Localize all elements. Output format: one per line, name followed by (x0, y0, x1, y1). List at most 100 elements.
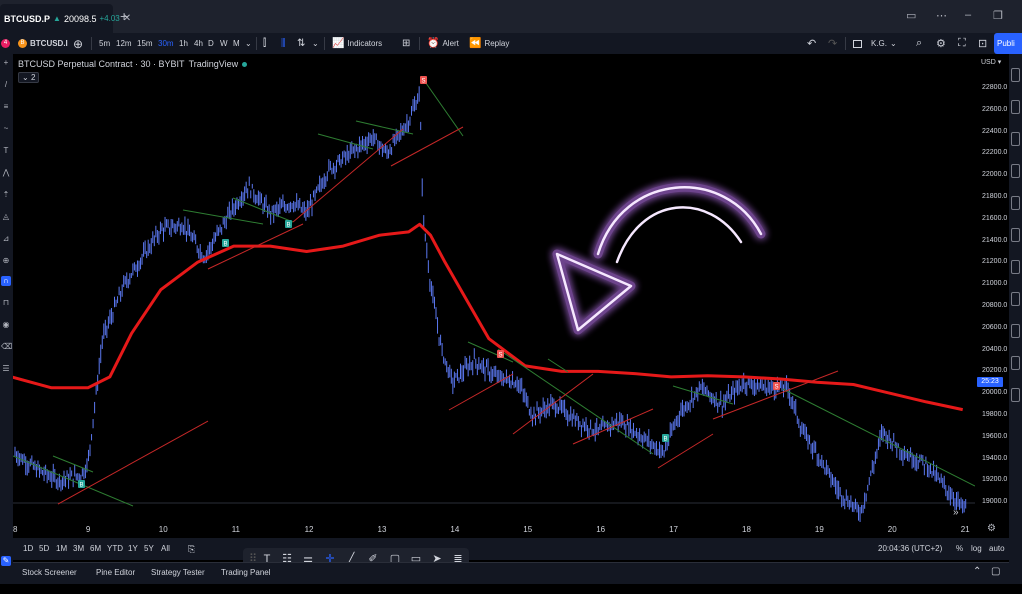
brush-icon[interactable]: ~ (1, 124, 11, 134)
interval-label: W (220, 39, 228, 48)
camera-icon[interactable]: ⊡ (978, 33, 987, 54)
trash-icon[interactable]: ⌫ (1, 342, 12, 352)
chevron-down-icon[interactable]: ⌄ (312, 33, 319, 54)
axis-settings-icon[interactable]: ⚙ (987, 523, 996, 534)
range-all[interactable]: All (161, 544, 170, 553)
maximize-panel-icon[interactable]: ▢ (991, 566, 1000, 577)
chat-icon[interactable]: ✎ (1, 556, 11, 566)
range-5d[interactable]: 5D (39, 544, 49, 553)
scroll-to-latest-icon[interactable]: » (953, 507, 959, 518)
eye-icon[interactable]: ◉ (1, 320, 11, 330)
price-label: 19400.0 (982, 454, 1008, 462)
date-range-icon[interactable]: ⎘ (188, 544, 195, 555)
layers-icon[interactable]: ☰ (1, 364, 11, 374)
interval-1h[interactable]: 1h (179, 33, 188, 54)
publish-button[interactable]: Publi (994, 33, 1022, 54)
range-5y[interactable]: 5Y (144, 544, 154, 553)
bar-type-icon[interactable]: ⫼ (281, 33, 286, 54)
layout-button[interactable]: K.G. ⌄ (853, 33, 897, 54)
interval-d[interactable]: D (208, 33, 214, 54)
screen-icon[interactable]: ▭ (906, 9, 916, 22)
lock-icon[interactable]: ⊓ (1, 298, 11, 308)
tab-trading-panel[interactable]: Trading Panel (221, 568, 271, 577)
fullscreen-icon[interactable]: ⛶ (958, 33, 966, 54)
range-1m[interactable]: 1M (56, 544, 67, 553)
help-icon[interactable] (1011, 388, 1020, 402)
candle-type-icon[interactable]: ⫿ (263, 33, 266, 54)
percent-toggle[interactable]: % (956, 544, 963, 553)
indicators-button[interactable]: 📈 Indicators (332, 33, 382, 54)
redo-icon[interactable]: ↷ (828, 33, 837, 54)
text-icon[interactable]: T (1, 146, 11, 156)
interval-12m[interactable]: 12m (116, 33, 132, 54)
zoom-icon[interactable]: ⊕ (1, 256, 11, 266)
interval-m[interactable]: M (233, 33, 240, 54)
more-icon[interactable]: ⋯ (936, 9, 947, 22)
price-scale[interactable]: 22800.0 22600.0 22400.0 22200.0 22000.0 21800… (976, 54, 1009, 522)
chevron-down-icon[interactable]: ⌄ (245, 33, 252, 54)
search-icon[interactable]: ⌕ (916, 33, 922, 54)
alert-label: Alert (442, 39, 459, 48)
new-tab-icon[interactable]: + (120, 8, 128, 24)
magnet-icon[interactable]: ∩ (1, 276, 11, 286)
utc-clock[interactable]: 20:04:36 (UTC+2) (878, 544, 942, 553)
log-toggle[interactable]: log (971, 544, 982, 553)
replay-button[interactable]: ⏪ Replay (469, 33, 509, 54)
range-6m[interactable]: 6M (90, 544, 101, 553)
chats-icon[interactable] (1011, 324, 1020, 338)
streams-icon[interactable] (1011, 292, 1020, 306)
interval-w[interactable]: W (220, 33, 228, 54)
range-ytd[interactable]: YTD (107, 544, 123, 553)
templates-icon[interactable]: ⊞ (402, 33, 410, 54)
range-3m[interactable]: 3M (73, 544, 84, 553)
interval-4h[interactable]: 4h (194, 33, 203, 54)
indicator-toggle-button[interactable]: ⌄ 2 (18, 72, 40, 83)
shapes-icon[interactable]: ◬ (1, 212, 11, 222)
interval-5m[interactable]: 5m (99, 33, 110, 54)
tab-strategy-tester[interactable]: Strategy Tester (151, 568, 205, 577)
chevron-up-icon[interactable]: ⌃ (973, 566, 981, 577)
maximize-icon[interactable]: ❐ (993, 9, 1003, 22)
minimize-icon[interactable]: – (965, 9, 971, 21)
watchlist-icon[interactable] (1011, 68, 1020, 82)
tab-pine-editor[interactable]: Pine Editor (96, 568, 135, 577)
neon-arrow-shaft-outer (596, 186, 763, 256)
news-icon[interactable] (1011, 132, 1020, 146)
price-chart[interactable]: B B B B S S S (13, 54, 975, 522)
range-bar: 1D 5D 1M 3M 6M YTD 1Y 5Y All ⎘ 20:04:36 … (13, 538, 1009, 560)
indicator-count: 2 (30, 73, 36, 82)
currency-selector[interactable]: USD ▾ (981, 58, 1001, 66)
ruler-icon[interactable]: ⊿ (1, 234, 11, 244)
tab-change: +4.03 (99, 14, 120, 23)
auto-toggle[interactable]: auto (989, 544, 1005, 553)
trend-line-icon[interactable]: / (1, 80, 11, 90)
trend-line-red (390, 126, 464, 167)
compare-add-icon[interactable]: ⊕ (73, 33, 83, 54)
fib-icon[interactable]: ≡ (1, 102, 11, 112)
calendar-icon[interactable] (1011, 228, 1020, 242)
chart-pane[interactable]: B B B B S S S (13, 54, 975, 522)
interval-15m[interactable]: 15m (137, 33, 153, 54)
crosshair-icon[interactable]: + (1, 58, 11, 68)
range-1y[interactable]: 1Y (128, 544, 138, 553)
symbol-search-button[interactable]: B BTCUSD.I (18, 33, 68, 54)
alerts-icon[interactable] (1011, 100, 1020, 114)
pattern-icon[interactable]: ⋀ (1, 168, 11, 178)
symbol-tab[interactable]: BTCUSD.P ▲ 20098.5 +4.03 ✕ (0, 4, 131, 33)
notifications-icon[interactable] (1011, 356, 1020, 370)
hotlist-icon[interactable] (1011, 196, 1020, 210)
time-axis[interactable]: » ⚙ 8 9 10 11 12 13 14 15 16 17 18 19 20 21 (13, 507, 996, 537)
undo-icon[interactable]: ↶ (807, 33, 816, 54)
trend-line-red (57, 420, 209, 505)
gear-icon[interactable]: ⚙ (936, 33, 946, 54)
avatar[interactable]: 4 (1, 33, 10, 54)
range-1d[interactable]: 1D (23, 544, 33, 553)
ideas-icon[interactable] (1011, 260, 1020, 274)
data-window-icon[interactable] (1011, 164, 1020, 178)
interval-30m[interactable]: 30m (158, 33, 174, 54)
alert-button[interactable]: ⏰ Alert (427, 33, 459, 54)
tab-stock-screener[interactable]: Stock Screener (22, 568, 77, 577)
sort-icon[interactable]: ⇅ (297, 33, 305, 54)
prediction-icon[interactable]: ⇡ (1, 190, 11, 200)
interval-label: 5m (99, 39, 111, 48)
